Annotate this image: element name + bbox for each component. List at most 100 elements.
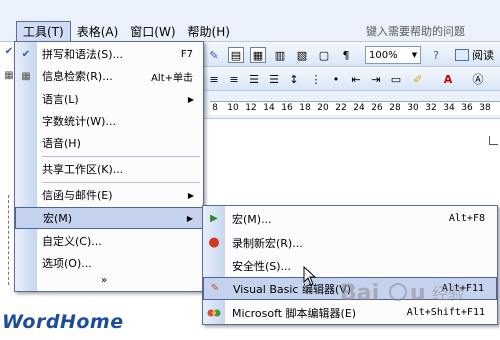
zoom-value: 100% xyxy=(369,49,398,61)
menu-item-label: 语音(H) xyxy=(42,137,81,150)
page-corner-mark xyxy=(489,136,498,145)
menu-table[interactable]: 表格(A) xyxy=(71,21,125,41)
ruler-number: 18 xyxy=(299,103,311,113)
help-search-input[interactable] xyxy=(362,22,500,40)
justify-icon[interactable]: ☰ xyxy=(246,71,262,87)
align-center-icon[interactable]: ≡ xyxy=(206,71,222,87)
submenu-arrow-icon: ▶ xyxy=(187,94,194,104)
columns-icon[interactable]: ▥ xyxy=(272,47,288,63)
line-spacing-icon[interactable]: ↕ xyxy=(286,71,302,87)
menu-window[interactable]: 窗口(W) xyxy=(124,21,181,41)
ruler-number: 14 xyxy=(263,103,275,113)
script-editor-icon xyxy=(207,306,221,320)
menu-item-label: 语言(L) xyxy=(42,93,79,106)
book-icon xyxy=(455,49,469,61)
submenu-arrow-icon: ▶ xyxy=(186,213,193,223)
menu-item-label: 拼写和语法(S)... xyxy=(42,48,124,61)
enclose-char-icon[interactable]: Ⓐ xyxy=(470,71,486,87)
ruler-number: 38 xyxy=(479,103,491,113)
menu-item-speech[interactable]: 语音(H) xyxy=(15,132,203,154)
menu-item-label: Microsoft 脚本编辑器(E) xyxy=(232,306,357,320)
menu-overflow xyxy=(0,21,16,41)
menu-item-macro[interactable]: 宏(M) ▶ xyxy=(15,207,203,229)
document-map-icon[interactable]: ▢ xyxy=(316,47,332,63)
menu-help[interactable]: 帮助(H) xyxy=(182,21,236,41)
svg-text:u: u xyxy=(410,281,426,306)
menu-item-label: 字数统计(W)... xyxy=(42,115,116,128)
menu-item-label: 宏(M)... xyxy=(232,212,272,226)
menu-item-shortcut: Alt+Shift+F11 xyxy=(406,307,485,318)
decrease-indent-icon[interactable]: ⇤ xyxy=(348,71,364,87)
menu-item-word-count[interactable]: 字数统计(W)... xyxy=(15,110,203,132)
menu-item-record-macro[interactable]: ● 录制新宏(R)... xyxy=(203,231,497,254)
spellcheck-icon: ✔ xyxy=(21,48,31,60)
ruler-number: 32 xyxy=(425,103,437,113)
svg-text:经验: 经验 xyxy=(432,284,464,303)
expand-menu-icon[interactable]: » xyxy=(101,275,107,286)
drawing-icon[interactable]: ▧ xyxy=(294,47,310,63)
ruler-number: 24 xyxy=(353,103,365,113)
text-boundary xyxy=(8,195,9,285)
align-right-icon[interactable]: ≡ xyxy=(226,71,242,87)
run-macro-icon: ▶ xyxy=(210,213,218,224)
zoom-select[interactable]: 100% ▼ xyxy=(365,46,421,64)
baidu-watermark-logo: Bai u 经验 xyxy=(340,281,464,306)
format-painter-icon[interactable]: ✎ xyxy=(206,47,222,63)
mouse-pointer-icon xyxy=(303,266,317,286)
menu-item-label: 信函与邮件(E) xyxy=(42,189,113,202)
record-macro-icon: ● xyxy=(208,235,220,250)
standard-toolbar: ✎ ▤ ▦ ▥ ▧ ▢ ¶ 100% ▼ ? 阅读 xyxy=(200,43,500,67)
increase-indent-icon[interactable]: ⇥ xyxy=(368,71,384,87)
menu-item-shortcut: F7 xyxy=(180,48,193,60)
bullets-icon[interactable]: • xyxy=(328,71,344,87)
font-color-icon[interactable]: A xyxy=(440,71,456,87)
table-icon[interactable]: ▤ xyxy=(228,47,244,63)
ruler-number: 10 xyxy=(227,103,239,113)
menu-item-options[interactable]: 选项(O)... xyxy=(15,252,203,274)
ruler-number: 12 xyxy=(245,103,257,113)
menu-item-security[interactable]: 安全性(S)... xyxy=(203,254,497,277)
wordhome-watermark: WordHome xyxy=(2,311,124,333)
chevron-down-icon: ▼ xyxy=(411,51,418,59)
menu-item-language[interactable]: 语言(L) ▶ xyxy=(15,88,203,110)
menu-item-label: 共享工作区(K)... xyxy=(42,163,124,176)
ruler-number: 36 xyxy=(461,103,473,113)
help-icon[interactable]: ? xyxy=(428,47,444,63)
menu-item-label: Visual Basic 编辑器(V) xyxy=(233,282,352,296)
menu-item-label: 自定义(C)... xyxy=(42,235,102,248)
menu-item-research[interactable]: ▦ 信息检索(R)... Alt+单击 xyxy=(15,65,203,87)
highlight-icon[interactable]: ✐ xyxy=(410,71,426,87)
menu-item-label: 录制新宏(R)... xyxy=(232,236,303,250)
horizontal-ruler: 8 10 12 14 16 18 20 22 24 26 28 30 32 34 36 38 xyxy=(200,91,500,119)
menu-item-macros[interactable]: ▶ 宏(M)... Alt+F8 xyxy=(203,207,497,230)
menu-item-letters-mailings[interactable]: 信函与邮件(E) ▶ xyxy=(15,184,203,206)
formatting-toolbar: ≡ ≡ ☰ ☰ ↕ ⋮ • ⇤ ⇥ ▭ ✐ A Ⓐ xyxy=(200,67,500,91)
menu-item-shortcut: Alt+F8 xyxy=(448,213,485,224)
research-icon: ▦ xyxy=(21,70,31,82)
ruler-number: 30 xyxy=(407,103,419,113)
menu-bar-items: 工具(T) 表格(A) 窗口(W) 帮助(H) xyxy=(0,20,236,42)
menu-separator xyxy=(42,156,200,157)
show-hide-icon[interactable]: ¶ xyxy=(338,47,354,63)
read-label: 阅读 xyxy=(472,49,494,62)
menu-item-shared-workspace[interactable]: 共享工作区(K)... xyxy=(15,158,203,180)
menu-item-shortcut: Alt+单击 xyxy=(151,72,193,84)
ruler-number: 28 xyxy=(389,103,401,113)
numbering-icon[interactable]: ⋮ xyxy=(308,71,324,87)
menu-item-customize[interactable]: 自定义(C)... xyxy=(15,230,203,252)
ruler-number: 20 xyxy=(317,103,329,113)
ruler-number: 8 xyxy=(212,103,218,113)
ruler-number: 26 xyxy=(371,103,383,113)
distributed-icon[interactable]: ☰ xyxy=(266,71,282,87)
excel-icon[interactable]: ▦ xyxy=(250,47,266,63)
menu-bar: 工具(T) 表格(A) 窗口(W) 帮助(H) xyxy=(0,0,500,42)
menu-item-spelling[interactable]: ✔ 拼写和语法(S)... F7 xyxy=(15,43,203,65)
menu-tools[interactable]: 工具(T) xyxy=(16,21,71,41)
menu-item-label: 信息检索(R)... xyxy=(42,70,113,83)
read-button[interactable]: 阅读 xyxy=(455,46,494,64)
vb-editor-icon: ✎ xyxy=(210,283,220,294)
svg-text:Bai: Bai xyxy=(340,281,379,306)
macro-submenu: ▶ 宏(M)... Alt+F8 ● 录制新宏(R)... 安全性(S)... … xyxy=(202,205,498,325)
tools-menu: ✔ 拼写和语法(S)... F7 ▦ 信息检索(R)... Alt+单击 语言(… xyxy=(14,41,204,292)
border-icon[interactable]: ▭ xyxy=(388,71,404,87)
